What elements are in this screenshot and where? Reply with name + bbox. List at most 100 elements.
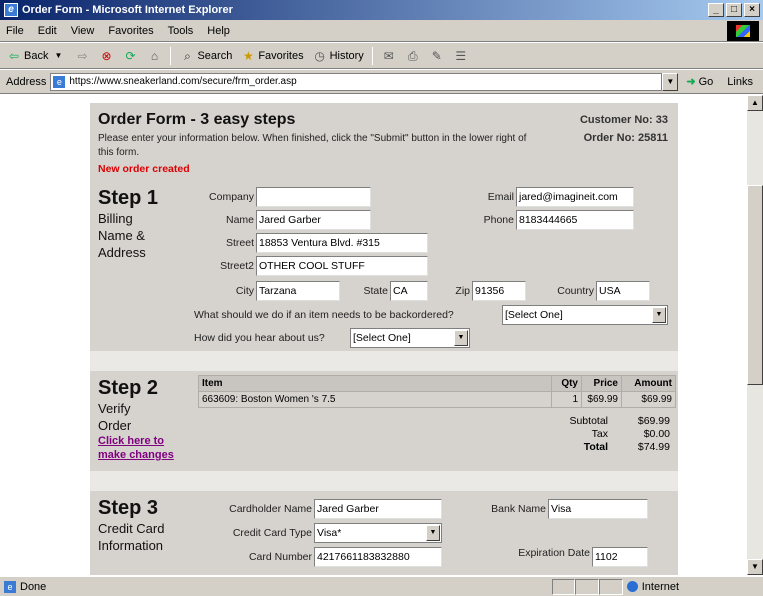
status-done: e Done bbox=[0, 580, 552, 593]
customer-info: Customer No: 33 Order No: 25811 bbox=[580, 111, 668, 147]
search-label: Search bbox=[197, 49, 233, 62]
toolbar-divider bbox=[371, 46, 373, 65]
forward-arrow-icon[interactable]: ⇨ bbox=[74, 48, 90, 64]
minimize-button[interactable]: _ bbox=[708, 3, 724, 17]
email-label: Email bbox=[487, 191, 514, 203]
step2-verify: Step 2 Verify Order Click here to make c… bbox=[90, 371, 678, 471]
chevron-down-icon: ▼ bbox=[652, 307, 666, 323]
order-totals: Subtotal $69.99 Tax $0.00 Total $74.99 bbox=[548, 415, 670, 454]
status-cell bbox=[551, 578, 576, 595]
table-row: 663609: Boston Women 's 7.5 1 $69.99 $69… bbox=[198, 391, 676, 408]
address-input[interactable]: e https://www.sneakerland.com/secure/frm… bbox=[50, 72, 663, 91]
menu-tools[interactable]: Tools bbox=[168, 25, 194, 37]
scroll-down-icon[interactable]: ▼ bbox=[747, 559, 763, 575]
step1-billing: Step 1 Billing Name & Address Company Na… bbox=[90, 181, 678, 351]
search-button[interactable]: ⌕ Search bbox=[179, 48, 232, 64]
go-button[interactable]: ➜ Go bbox=[686, 75, 713, 89]
expiration-field[interactable]: 1102 bbox=[592, 547, 648, 567]
hear-about-value: [Select One] bbox=[353, 332, 411, 344]
edit-order-link[interactable]: Click here to make changes bbox=[98, 434, 198, 462]
refresh-icon[interactable]: ⟳ bbox=[122, 48, 138, 64]
state-field[interactable]: CA bbox=[390, 281, 428, 301]
card-number-field[interactable]: 4217661183832880 bbox=[314, 547, 442, 567]
company-field[interactable] bbox=[256, 187, 371, 207]
scroll-thumb[interactable] bbox=[747, 185, 763, 385]
card-type-label: Credit Card Type bbox=[232, 527, 312, 539]
country-field[interactable]: USA bbox=[596, 281, 650, 301]
hear-about-select[interactable]: [Select One] ▼ bbox=[350, 328, 470, 348]
phone-field[interactable]: 8183444665 bbox=[516, 210, 634, 230]
step2-subtitle-2: Order bbox=[98, 418, 132, 433]
search-icon: ⌕ bbox=[184, 48, 191, 63]
toolbar-divider bbox=[170, 46, 172, 65]
cardholder-field[interactable]: Jared Garber bbox=[314, 499, 442, 519]
card-type-select[interactable]: Visa* ▼ bbox=[314, 523, 442, 543]
subtotal-label: Subtotal bbox=[569, 415, 608, 427]
email-field[interactable]: jared@imagineit.com bbox=[516, 187, 634, 207]
history-button[interactable]: ◷ History bbox=[312, 48, 363, 64]
tax-label: Tax bbox=[591, 428, 608, 440]
stop-icon[interactable]: ⊗ bbox=[98, 48, 114, 64]
column-amount: Amount bbox=[621, 375, 676, 392]
mail-icon[interactable]: ✉ bbox=[381, 48, 397, 64]
zip-label: Zip bbox=[455, 285, 470, 297]
price-cell: $69.99 bbox=[581, 391, 622, 408]
backorder-select[interactable]: [Select One] ▼ bbox=[502, 305, 668, 325]
chevron-down-icon: ▼ bbox=[454, 330, 468, 346]
home-icon[interactable]: ⌂ bbox=[146, 48, 162, 64]
order-items-table: Item Qty Price Amount 663609: Boston Wom… bbox=[198, 375, 676, 408]
menu-view[interactable]: View bbox=[71, 25, 95, 37]
amount-cell: $69.99 bbox=[621, 391, 676, 408]
back-button[interactable]: ⇦ Back ▼ bbox=[6, 48, 66, 64]
expiration-label: Expiration Date bbox=[518, 547, 590, 559]
total-value: $74.99 bbox=[637, 441, 670, 453]
menu-favorites[interactable]: Favorites bbox=[108, 25, 153, 37]
customer-number: Customer No: 33 bbox=[579, 114, 668, 126]
page-viewport: Order Form - 3 easy steps Please enter y… bbox=[0, 95, 747, 575]
step1-title: Step 1 bbox=[98, 187, 159, 209]
menu-help[interactable]: Help bbox=[207, 25, 230, 37]
security-zone: Internet bbox=[623, 581, 741, 593]
window-title: Order Form - Microsoft Internet Explorer bbox=[22, 4, 233, 16]
print-icon[interactable]: ⎙ bbox=[405, 48, 421, 64]
tax-value: $0.00 bbox=[643, 428, 670, 440]
menu-edit[interactable]: Edit bbox=[38, 25, 57, 37]
vertical-scrollbar[interactable]: ▲ ▼ bbox=[747, 95, 763, 575]
item-cell: 663609: Boston Women 's 7.5 bbox=[198, 391, 552, 408]
table-header-row: Item Qty Price Amount bbox=[198, 375, 676, 392]
total-row: Total $74.99 bbox=[548, 441, 670, 454]
state-label: State bbox=[363, 285, 388, 297]
bank-name-field[interactable]: Visa bbox=[548, 499, 648, 519]
form-header: Order Form - 3 easy steps Please enter y… bbox=[90, 103, 678, 181]
status-bar: e Done Internet bbox=[0, 576, 763, 596]
address-dropdown-button[interactable]: ▼ bbox=[662, 72, 679, 91]
hear-label: How did you hear about us? bbox=[194, 332, 325, 344]
form-instructions: Please enter your information below. Whe… bbox=[98, 133, 527, 158]
address-bar: Address e https://www.sneakerland.com/se… bbox=[0, 70, 763, 94]
zip-field[interactable]: 91356 bbox=[472, 281, 526, 301]
discuss-icon[interactable]: ☰ bbox=[453, 48, 469, 64]
edit-icon[interactable]: ✎ bbox=[429, 48, 445, 64]
favorites-button[interactable]: ★ Favorites bbox=[240, 48, 304, 64]
card-type-value: Visa* bbox=[317, 527, 342, 539]
card-number-label: Card Number bbox=[248, 551, 312, 563]
step3-heading: Step 3 Credit Card Information bbox=[98, 497, 198, 554]
close-button[interactable]: × bbox=[744, 3, 760, 17]
bank-name-label: Bank Name bbox=[491, 503, 546, 515]
links-button[interactable]: Links bbox=[727, 76, 753, 88]
scroll-up-icon[interactable]: ▲ bbox=[747, 95, 763, 111]
name-field[interactable]: Jared Garber bbox=[256, 210, 371, 230]
city-field[interactable]: Tarzana bbox=[256, 281, 340, 301]
street2-label: Street2 bbox=[220, 260, 254, 272]
step3-subtitle-1: Credit Card bbox=[98, 521, 165, 536]
maximize-button[interactable]: □ bbox=[726, 3, 742, 17]
street2-field[interactable]: OTHER COOL STUFF bbox=[256, 256, 428, 276]
order-form: Order Form - 3 easy steps Please enter y… bbox=[90, 103, 678, 575]
title-bar: e Order Form - Microsoft Internet Explor… bbox=[0, 0, 763, 20]
total-label: Total bbox=[583, 441, 608, 453]
menu-file[interactable]: File bbox=[6, 25, 24, 37]
chevron-down-icon: ▼ bbox=[426, 525, 440, 541]
street-field[interactable]: 18853 Ventura Blvd. #315 bbox=[256, 233, 428, 253]
step3-subtitle-2: Information bbox=[98, 538, 164, 553]
address-url: https://www.sneakerland.com/secure/frm_o… bbox=[69, 76, 297, 87]
